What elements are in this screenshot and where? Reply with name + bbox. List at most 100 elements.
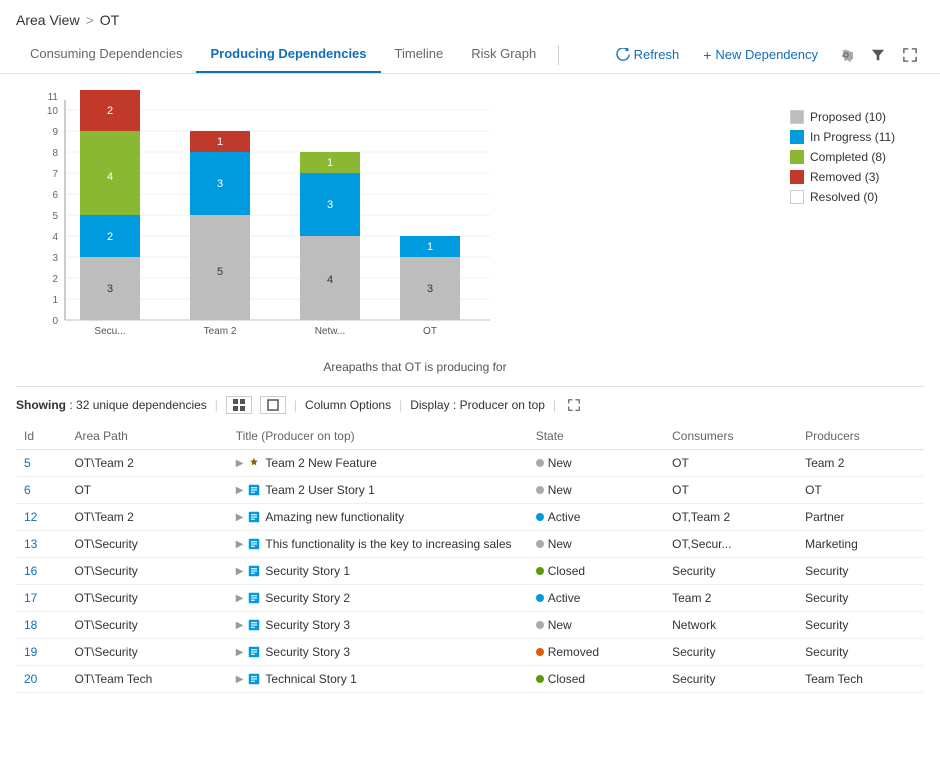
- filter-button[interactable]: [864, 41, 892, 69]
- cell-area-17: OT\Security: [66, 585, 227, 612]
- table-header-row: Id Area Path Title (Producer on top) Sta…: [16, 423, 924, 450]
- title-icon-18: [247, 618, 261, 632]
- column-options-button[interactable]: Column Options: [305, 398, 391, 412]
- cell-consumers-5: OT: [664, 450, 797, 477]
- id-link-16[interactable]: 16: [24, 564, 37, 578]
- legend-proposed: Proposed (10): [790, 110, 920, 124]
- col-area-path: Area Path: [66, 423, 227, 450]
- legend-removed-swatch: [790, 170, 804, 184]
- title-text-12: Amazing new functionality: [265, 510, 404, 524]
- svg-text:1: 1: [217, 136, 223, 148]
- cell-consumers-13: OT,Secur...: [664, 531, 797, 558]
- svg-text:3: 3: [327, 199, 333, 211]
- col-title: Title (Producer on top): [228, 423, 528, 450]
- display-label: Display : Producer on top: [410, 398, 545, 412]
- expand-button[interactable]: [896, 41, 924, 69]
- title-expand-6[interactable]: ▶: [236, 485, 244, 496]
- title-expand-18[interactable]: ▶: [236, 620, 244, 631]
- status-dot-18: [536, 621, 544, 629]
- cell-consumers-20: Security: [664, 666, 797, 693]
- status-dot-16: [536, 567, 544, 575]
- title-expand-13[interactable]: ▶: [236, 539, 244, 550]
- svg-text:1: 1: [427, 241, 433, 253]
- table-expand-button[interactable]: [564, 395, 584, 415]
- tab-riskgraph[interactable]: Risk Graph: [457, 36, 550, 73]
- cell-producers-17: Security: [797, 585, 924, 612]
- svg-text:3: 3: [217, 178, 223, 190]
- cell-area-16: OT\Security: [66, 558, 227, 585]
- showing-strong: Showing: [16, 398, 66, 412]
- title-expand-20[interactable]: ▶: [236, 674, 244, 685]
- title-expand-5[interactable]: ▶: [236, 458, 244, 469]
- table-row: 13 OT\Security ▶ This functionality is t…: [16, 531, 924, 558]
- cell-area-13: OT\Security: [66, 531, 227, 558]
- tab-producing[interactable]: Producing Dependencies: [196, 36, 380, 73]
- cell-state-20: Closed: [528, 666, 664, 693]
- legend-proposed-label: Proposed (10): [810, 110, 886, 124]
- cell-area-6: OT: [66, 477, 227, 504]
- col-producers: Producers: [797, 423, 924, 450]
- breadcrumb-area[interactable]: Area View: [16, 12, 80, 28]
- svg-text:4: 4: [107, 171, 113, 183]
- cell-state-18: New: [528, 612, 664, 639]
- showing-count: 32 unique dependencies: [76, 398, 207, 412]
- svg-text:4: 4: [52, 232, 58, 243]
- title-expand-19[interactable]: ▶: [236, 647, 244, 658]
- legend-resolved-swatch: [790, 190, 804, 204]
- cell-producers-13: Marketing: [797, 531, 924, 558]
- dependencies-table: Id Area Path Title (Producer on top) Sta…: [16, 423, 924, 693]
- expand-icon: [903, 48, 917, 62]
- svg-text:2: 2: [107, 231, 113, 243]
- cell-title-18: ▶ Security Story 3: [228, 612, 528, 639]
- id-link-18[interactable]: 18: [24, 618, 37, 632]
- status-label-6: New: [548, 483, 572, 497]
- table-row: 17 OT\Security ▶ Security Story 2 Active…: [16, 585, 924, 612]
- toolbar-divider3: |: [399, 398, 402, 412]
- title-expand-17[interactable]: ▶: [236, 593, 244, 604]
- cell-id-17: 17: [16, 585, 66, 612]
- svg-text:3: 3: [52, 253, 58, 264]
- svg-text:1: 1: [327, 157, 333, 169]
- svg-text:OT: OT: [423, 326, 437, 337]
- cell-state-13: New: [528, 531, 664, 558]
- svg-text:0: 0: [52, 316, 58, 327]
- svg-text:Secu...: Secu...: [94, 326, 125, 337]
- id-link-17[interactable]: 17: [24, 591, 37, 605]
- expand-all-button[interactable]: [226, 396, 252, 414]
- filter-icon: [871, 48, 885, 62]
- tab-consuming[interactable]: Consuming Dependencies: [16, 36, 196, 73]
- tab-divider: [558, 45, 559, 65]
- table-row: 6 OT ▶ Team 2 User Story 1 New OT OT: [16, 477, 924, 504]
- cell-id-13: 13: [16, 531, 66, 558]
- cell-consumers-16: Security: [664, 558, 797, 585]
- title-expand-16[interactable]: ▶: [236, 566, 244, 577]
- svg-text:1: 1: [52, 295, 58, 306]
- expand-all-icon: [233, 399, 245, 411]
- status-label-18: New: [548, 618, 572, 632]
- legend-inprogress: In Progress (11): [790, 130, 920, 144]
- title-text-5: Team 2 New Feature: [265, 456, 376, 470]
- id-link-19[interactable]: 19: [24, 645, 37, 659]
- id-link-20[interactable]: 20: [24, 672, 37, 686]
- new-dependency-button[interactable]: + New Dependency: [693, 41, 828, 69]
- id-link-13[interactable]: 13: [24, 537, 37, 551]
- chart-subtitle: Areapaths that OT is producing for: [20, 360, 770, 374]
- id-link-5[interactable]: 5: [24, 456, 31, 470]
- svg-text:Team 2: Team 2: [204, 326, 237, 337]
- title-text-6: Team 2 User Story 1: [265, 483, 374, 497]
- cell-state-16: Closed: [528, 558, 664, 585]
- col-consumers: Consumers: [664, 423, 797, 450]
- cell-id-5: 5: [16, 450, 66, 477]
- id-link-6[interactable]: 6: [24, 483, 31, 497]
- table-row: 20 OT\Team Tech ▶ Technical Story 1 Clos…: [16, 666, 924, 693]
- id-link-12[interactable]: 12: [24, 510, 37, 524]
- table-row: 16 OT\Security ▶ Security Story 1 Closed…: [16, 558, 924, 585]
- settings-button[interactable]: [832, 41, 860, 69]
- title-expand-12[interactable]: ▶: [236, 512, 244, 523]
- status-dot-6: [536, 486, 544, 494]
- legend-inprogress-swatch: [790, 130, 804, 144]
- svg-text:3: 3: [107, 283, 113, 295]
- tab-timeline[interactable]: Timeline: [381, 36, 458, 73]
- collapse-button[interactable]: [260, 396, 286, 414]
- refresh-button[interactable]: Refresh: [606, 41, 690, 68]
